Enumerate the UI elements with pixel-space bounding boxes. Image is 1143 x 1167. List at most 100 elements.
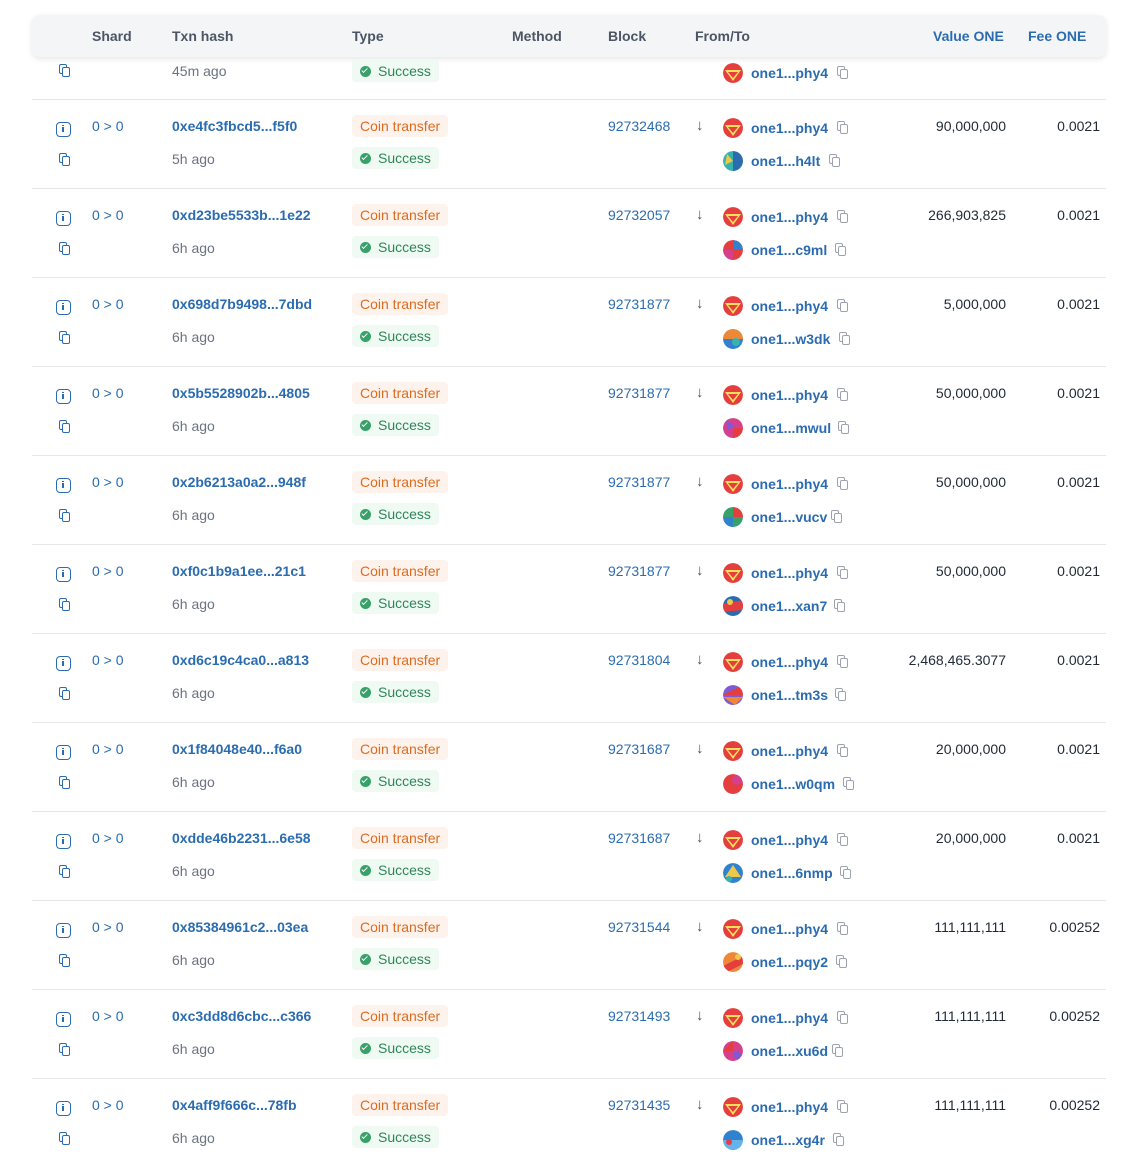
copy-icon[interactable]: [834, 599, 845, 612]
column-header-fee-one[interactable]: Fee ONE: [1028, 28, 1086, 44]
from-address[interactable]: one1...phy4: [751, 387, 828, 403]
txn-hash-link[interactable]: 0xd23be5533b...1e22: [172, 207, 311, 223]
copy-icon[interactable]: [837, 833, 848, 846]
info-icon[interactable]: [56, 389, 71, 404]
block-link[interactable]: 92732468: [608, 118, 670, 134]
to-address[interactable]: one1...6nmp: [751, 865, 833, 881]
copy-icon[interactable]: [59, 598, 70, 611]
info-icon[interactable]: [56, 1101, 71, 1116]
from-address[interactable]: one1...phy4: [751, 298, 828, 314]
copy-icon[interactable]: [59, 331, 70, 344]
to-address[interactable]: one1...xg4r: [751, 1132, 825, 1148]
txn-hash-link[interactable]: 0xdde46b2231...6e58: [172, 830, 311, 846]
block-link[interactable]: 92731877: [608, 385, 670, 401]
to-address[interactable]: one1...c9ml: [751, 242, 827, 258]
info-icon[interactable]: [56, 300, 71, 315]
txn-hash-link[interactable]: 0x2b6213a0a2...948f: [172, 474, 306, 490]
copy-icon[interactable]: [833, 1133, 844, 1146]
txn-hash-link[interactable]: 0x5b5528902b...4805: [172, 385, 310, 401]
info-icon[interactable]: [56, 122, 71, 137]
copy-icon[interactable]: [835, 243, 846, 256]
to-address[interactable]: one1...h4lt: [751, 153, 820, 169]
info-icon[interactable]: [56, 745, 71, 760]
info-icon[interactable]: [56, 478, 71, 493]
txn-hash-link[interactable]: 0xf0c1b9a1ee...21c1: [172, 563, 306, 579]
copy-icon[interactable]: [837, 1100, 848, 1113]
to-address[interactable]: one1...w0qm: [751, 776, 835, 792]
from-address[interactable]: one1...phy4: [751, 743, 828, 759]
from-address[interactable]: one1...phy4: [751, 120, 828, 136]
block-link[interactable]: 92731877: [608, 474, 670, 490]
to-address[interactable]: one1...xu6d: [751, 1043, 828, 1059]
copy-icon[interactable]: [59, 153, 70, 166]
to-address[interactable]: one1...pqy2: [751, 954, 828, 970]
txn-hash-link[interactable]: 0xc3dd8d6cbc...c366: [172, 1008, 311, 1024]
from-address[interactable]: one1...phy4: [751, 565, 828, 581]
to-address[interactable]: one1...tm3s: [751, 687, 828, 703]
copy-icon[interactable]: [837, 66, 848, 79]
copy-icon[interactable]: [840, 866, 851, 879]
from-address[interactable]: one1...phy4: [751, 654, 828, 670]
copy-icon[interactable]: [59, 1043, 70, 1056]
block-link[interactable]: 92731687: [608, 830, 670, 846]
copy-icon[interactable]: [59, 865, 70, 878]
block-link[interactable]: 92731493: [608, 1008, 670, 1024]
info-icon[interactable]: [56, 923, 71, 938]
copy-icon[interactable]: [837, 744, 848, 757]
copy-icon[interactable]: [59, 954, 70, 967]
copy-icon[interactable]: [832, 1044, 843, 1057]
to-address[interactable]: one1...xan7: [751, 598, 827, 614]
copy-icon[interactable]: [837, 388, 848, 401]
copy-icon[interactable]: [59, 1132, 70, 1145]
copy-icon[interactable]: [59, 420, 70, 433]
copy-icon[interactable]: [59, 64, 70, 77]
copy-icon[interactable]: [837, 1011, 848, 1024]
block-link[interactable]: 92731877: [608, 296, 670, 312]
copy-icon[interactable]: [59, 242, 70, 255]
from-address[interactable]: one1...phy4: [751, 476, 828, 492]
copy-icon[interactable]: [837, 299, 848, 312]
copy-icon[interactable]: [838, 421, 849, 434]
copy-icon[interactable]: [837, 655, 848, 668]
copy-icon[interactable]: [59, 776, 70, 789]
to-address[interactable]: one1...vucv: [751, 509, 827, 525]
txn-hash-link[interactable]: 0x4aff9f666c...78fb: [172, 1097, 297, 1113]
from-address[interactable]: one1...phy4: [751, 209, 828, 225]
to-address[interactable]: one1...mwul: [751, 420, 831, 436]
column-header-value-one[interactable]: Value ONE: [933, 28, 1004, 44]
block-link[interactable]: 92731877: [608, 563, 670, 579]
copy-icon[interactable]: [837, 121, 848, 134]
copy-icon[interactable]: [829, 154, 840, 167]
txn-hash-link[interactable]: 0xe4fc3fbcd5...f5f0: [172, 118, 297, 134]
info-icon[interactable]: [56, 834, 71, 849]
block-link[interactable]: 92731544: [608, 919, 670, 935]
copy-icon[interactable]: [59, 687, 70, 700]
info-icon[interactable]: [56, 1012, 71, 1027]
info-icon[interactable]: [56, 656, 71, 671]
to-address[interactable]: one1...w3dk: [751, 331, 830, 347]
block-link[interactable]: 92731804: [608, 652, 670, 668]
copy-icon[interactable]: [839, 332, 850, 345]
from-address[interactable]: one1...phy4: [751, 1010, 828, 1026]
copy-icon[interactable]: [835, 688, 846, 701]
info-icon[interactable]: [56, 211, 71, 226]
copy-icon[interactable]: [59, 509, 70, 522]
txn-hash-link[interactable]: 0xd6c19c4ca0...a813: [172, 652, 309, 668]
copy-icon[interactable]: [837, 566, 848, 579]
block-link[interactable]: 92732057: [608, 207, 670, 223]
txn-hash-link[interactable]: 0x1f84048e40...f6a0: [172, 741, 302, 757]
copy-icon[interactable]: [843, 777, 854, 790]
to-address[interactable]: one1...phy4: [751, 65, 828, 81]
txn-hash-link[interactable]: 0x698d7b9498...7dbd: [172, 296, 312, 312]
copy-icon[interactable]: [837, 922, 848, 935]
copy-icon[interactable]: [837, 210, 848, 223]
from-address[interactable]: one1...phy4: [751, 1099, 828, 1115]
from-address[interactable]: one1...phy4: [751, 921, 828, 937]
copy-icon[interactable]: [837, 477, 848, 490]
block-link[interactable]: 92731687: [608, 741, 670, 757]
copy-icon[interactable]: [836, 955, 847, 968]
from-address[interactable]: one1...phy4: [751, 832, 828, 848]
info-icon[interactable]: [56, 567, 71, 582]
copy-icon[interactable]: [831, 510, 842, 523]
block-link[interactable]: 92731435: [608, 1097, 670, 1113]
